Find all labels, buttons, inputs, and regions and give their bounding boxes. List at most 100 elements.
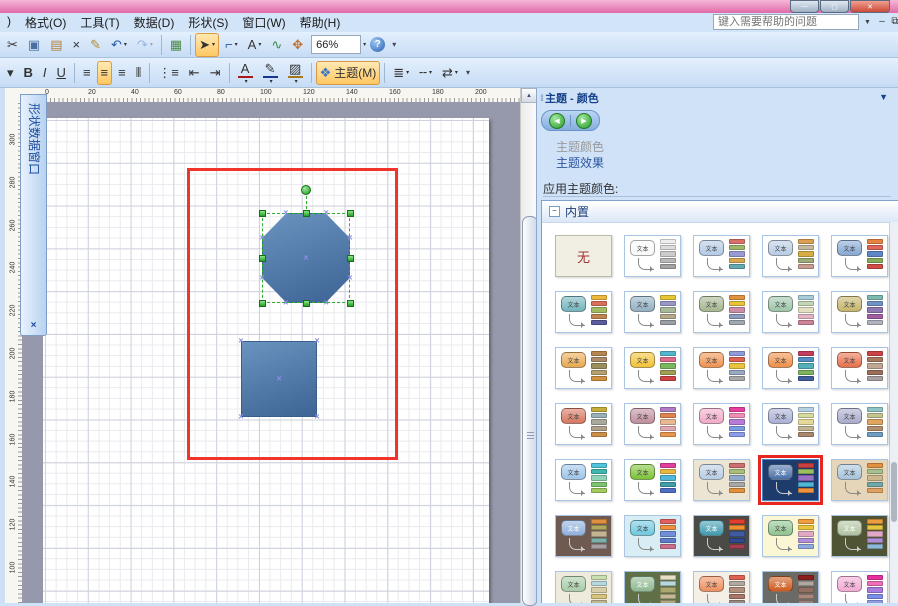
theme-thumbnail-30[interactable]: 文本 — [555, 571, 612, 603]
task-pane-menu-icon[interactable]: ▼ — [879, 92, 888, 102]
builtin-section-header[interactable]: − 内置 — [542, 201, 898, 223]
theme-thumbnail-15[interactable]: 文本 — [555, 403, 612, 445]
theme-thumbnail-26[interactable]: 文本 — [624, 515, 681, 557]
dropdown-arrow-icon[interactable]: ▾ — [235, 41, 238, 48]
theme-thumbnail-22[interactable]: 文本 — [693, 459, 750, 501]
cut-button[interactable]: ✂ — [3, 33, 22, 57]
selection-handle[interactable] — [347, 300, 354, 307]
dropdown-arrow-icon[interactable]: ▾ — [455, 69, 458, 76]
scroll-up-icon[interactable]: ▲ — [521, 88, 537, 103]
bullets-button[interactable]: ⋮≡ — [154, 61, 183, 85]
zoom-combo[interactable]: 66% — [311, 35, 361, 54]
italic-button[interactable]: I — [39, 61, 51, 85]
visio-help-icon[interactable]: ? — [370, 37, 385, 52]
fill-color-button[interactable]: ▨▾ — [284, 60, 307, 85]
document-minimize-icon[interactable]: – — [876, 15, 888, 28]
line-weight-button[interactable]: ≣▾ — [389, 61, 413, 85]
collapse-icon[interactable]: − — [549, 206, 560, 217]
toolbar-overflow-icon[interactable]: ▾ — [392, 40, 395, 49]
selection-handle[interactable] — [303, 300, 310, 307]
back-icon[interactable]: ◀ — [549, 113, 565, 129]
decrease-indent-button[interactable]: ⇤ — [185, 61, 204, 85]
dropdown-arrow-icon[interactable]: ▾ — [270, 78, 273, 85]
line-pattern-button[interactable]: ╌▾ — [415, 61, 436, 85]
text-tool-button[interactable]: A▾ — [244, 33, 266, 57]
help-question-input[interactable] — [713, 14, 859, 30]
theme-thumbnail-34[interactable]: 文本 — [831, 571, 888, 603]
theme-thumbnail-1[interactable]: 文本 — [624, 235, 681, 277]
menu-item-4[interactable]: 形状(S) — [181, 12, 235, 33]
menu-item-3[interactable]: 数据(D) — [127, 12, 182, 33]
theme-thumbnail-3[interactable]: 文本 — [762, 235, 819, 277]
close-icon[interactable]: × — [21, 320, 46, 331]
theme-thumbnail-17[interactable]: 文本 — [693, 403, 750, 445]
drawing-canvas[interactable]: ×××××××××××××× — [22, 102, 520, 603]
format-toolbar-overflow-icon[interactable]: ▾ — [466, 68, 469, 77]
theme-thumbnail-8[interactable]: 文本 — [762, 291, 819, 333]
dropdown-arrow-icon[interactable]: ▾ — [429, 69, 432, 76]
delete-button[interactable]: × — [69, 33, 85, 57]
menu-item-2[interactable]: 工具(T) — [73, 12, 126, 33]
format-painter-button[interactable]: ✎ — [86, 33, 105, 57]
bold-button[interactable]: B — [20, 61, 37, 85]
vertical-text-button[interactable]: ⫴ — [132, 61, 145, 85]
forward-icon[interactable]: ▶ — [576, 113, 592, 129]
theme-effects-link[interactable]: 主题效果 — [556, 154, 604, 171]
align-center-button[interactable]: ≡ — [97, 61, 113, 85]
freeform-tool-button[interactable]: ∿ — [267, 33, 286, 57]
menu-item-0[interactable]: ) — [0, 12, 18, 33]
theme-thumbnail-9[interactable]: 文本 — [831, 291, 888, 333]
underline-button[interactable]: U — [53, 61, 70, 85]
theme-thumbnail-18[interactable]: 文本 — [762, 403, 819, 445]
selection-handle[interactable] — [347, 210, 354, 217]
theme-thumbnail-11[interactable]: 文本 — [624, 347, 681, 389]
theme-thumbnail-24[interactable]: 文本 — [831, 459, 888, 501]
pointer-tool-button[interactable]: ➤▾ — [195, 33, 219, 57]
window-maximize-icon[interactable]: ▢ — [820, 0, 849, 13]
dropdown-arrow-icon[interactable]: ▾ — [150, 41, 153, 48]
theme-thumbnail-20[interactable]: 文本 — [555, 459, 612, 501]
connector-tool-button[interactable]: ⌐▾ — [221, 33, 242, 57]
menu-item-6[interactable]: 帮助(H) — [293, 12, 348, 33]
theme-thumbnail-14[interactable]: 文本 — [831, 347, 888, 389]
line-color-button[interactable]: ✎▾ — [259, 60, 282, 85]
menu-item-1[interactable]: 格式(O) — [18, 12, 73, 33]
font-size-dropdown-button[interactable]: ▾ — [3, 61, 18, 85]
dropdown-arrow-icon[interactable]: ▾ — [258, 41, 261, 48]
shape-data-window-tab[interactable]: 形状数据窗口 × — [20, 94, 47, 336]
dropdown-arrow-icon[interactable]: ▾ — [406, 69, 409, 76]
theme-thumbnail-29[interactable]: 文本 — [831, 515, 888, 557]
dropdown-arrow-icon[interactable]: ▾ — [295, 78, 298, 85]
theme-thumbnail-28[interactable]: 文本 — [762, 515, 819, 557]
paste-button[interactable]: ▤ — [46, 33, 66, 57]
theme-thumbnail-33[interactable]: 文本 — [762, 571, 819, 603]
document-restore-icon[interactable]: ⧉ — [889, 15, 898, 28]
theme-none-option[interactable]: 无 — [555, 235, 612, 277]
theme-thumbnail-5[interactable]: 文本 — [555, 291, 612, 333]
theme-thumbnail-4[interactable]: 文本 — [831, 235, 888, 277]
window-close-icon[interactable]: ✕ — [850, 0, 890, 13]
canvas-vertical-scrollbar[interactable]: ▲ — [520, 88, 537, 603]
theme-thumbnail-12[interactable]: 文本 — [693, 347, 750, 389]
dropdown-arrow-icon[interactable]: ▾ — [212, 41, 215, 48]
align-left-button[interactable]: ≡ — [79, 61, 95, 85]
theme-thumbnail-6[interactable]: 文本 — [624, 291, 681, 333]
selection-handle[interactable] — [259, 210, 266, 217]
increase-indent-button[interactable]: ⇥ — [206, 61, 225, 85]
theme-thumbnail-10[interactable]: 文本 — [555, 347, 612, 389]
font-color-button[interactable]: A▾ — [234, 60, 257, 85]
selection-handle[interactable] — [259, 300, 266, 307]
selection-handle[interactable] — [347, 255, 354, 262]
theme-thumbnail-27[interactable]: 文本 — [693, 515, 750, 557]
theme-thumbnail-13[interactable]: 文本 — [762, 347, 819, 389]
align-right-button[interactable]: ≡ — [114, 61, 130, 85]
theme-thumbnail-31[interactable]: 文本 — [624, 571, 681, 603]
selection-handle[interactable] — [259, 255, 266, 262]
selection-handle[interactable] — [303, 210, 310, 217]
theme-thumbnail-16[interactable]: 文本 — [624, 403, 681, 445]
theme-thumbnail-2[interactable]: 文本 — [693, 235, 750, 277]
task-pane-titlebar[interactable]: ⁞⁞ 主题 - 颜色 ▼ — [537, 88, 898, 108]
theme-button[interactable]: ❖主题(M) — [316, 61, 381, 85]
theme-thumbnail-19[interactable]: 文本 — [831, 403, 888, 445]
redo-button[interactable]: ↷▾ — [133, 33, 157, 57]
